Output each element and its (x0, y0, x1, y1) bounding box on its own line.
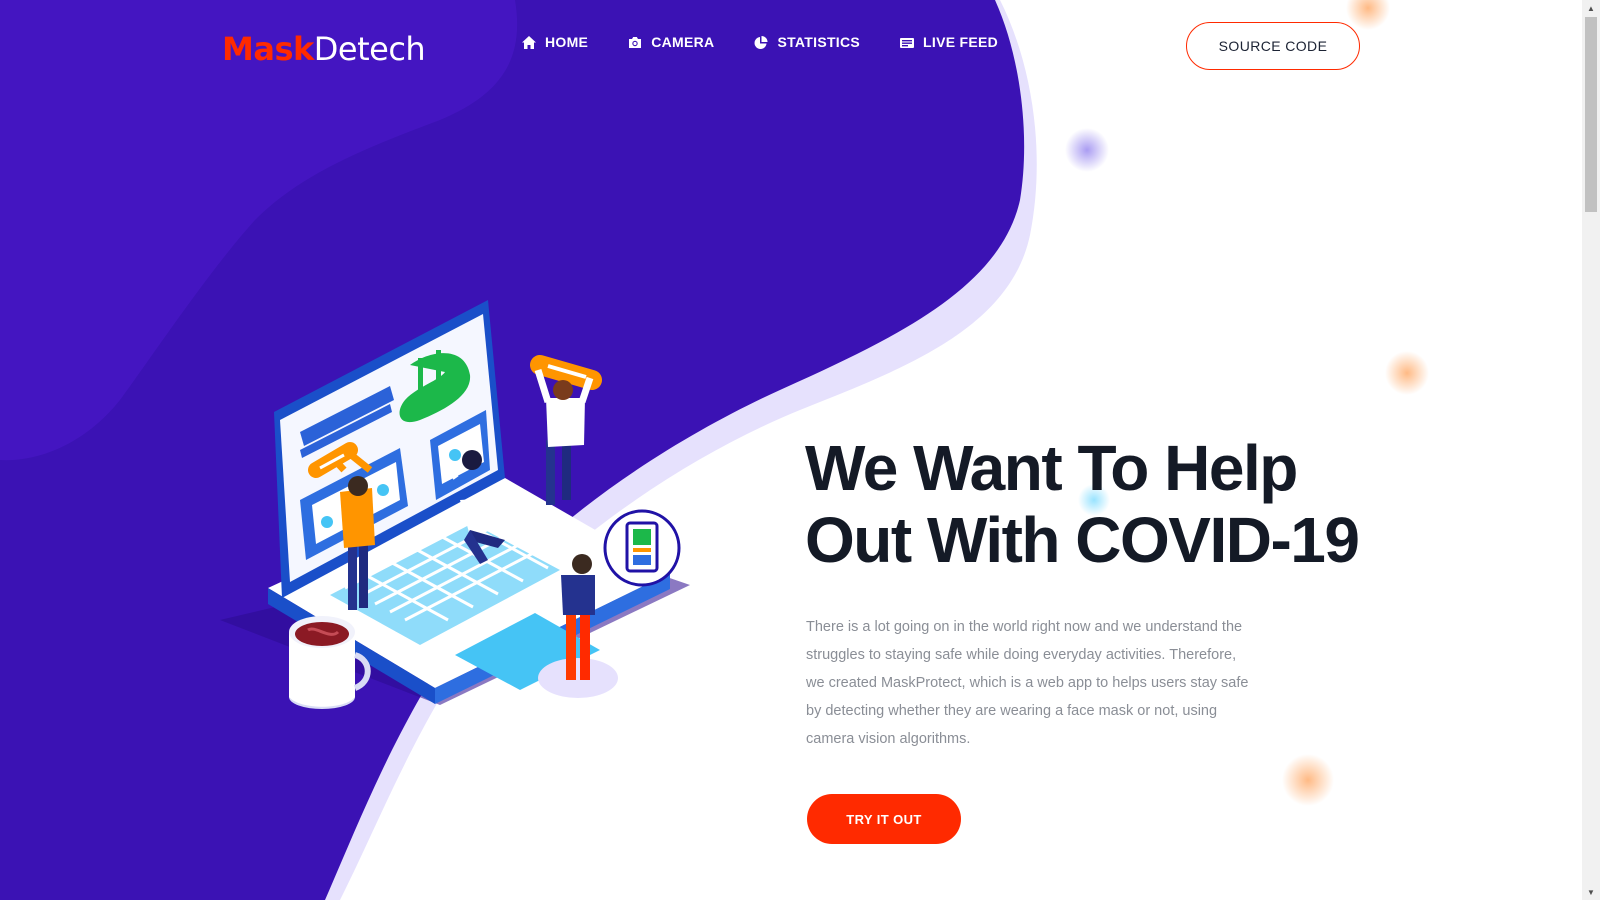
navbar: MaskDetech HOME CAMERA STATISTICS LIVE F… (0, 0, 1582, 92)
nav-item-camera[interactable]: CAMERA (627, 34, 714, 50)
main-nav: HOME CAMERA STATISTICS LIVE FEED (521, 34, 998, 50)
scrollbar[interactable]: ▲ ▼ (1582, 0, 1600, 900)
nav-item-statistics-label: STATISTICS (777, 34, 861, 50)
brand-logo-part2: Detech (313, 30, 426, 68)
hero-paragraph: There is a lot going on in the world rig… (806, 619, 1249, 747)
scroll-down-arrow-icon[interactable]: ▼ (1582, 884, 1600, 900)
home-icon (522, 35, 536, 49)
source-code-button[interactable]: SOURCE CODE (1186, 22, 1360, 70)
nav-item-live-feed[interactable]: LIVE FEED (899, 34, 998, 50)
nav-item-statistics[interactable]: STATISTICS (753, 34, 860, 50)
hero-title-line2: Out With COVID-19 (805, 504, 1360, 576)
nav-item-camera-label: CAMERA (651, 34, 715, 50)
feed-icon (900, 37, 915, 48)
brand-logo[interactable]: MaskDetech (222, 26, 426, 72)
hero-title-line1: We Want To Help (805, 432, 1298, 504)
person-sign (530, 355, 602, 505)
pie-chart-icon (754, 35, 768, 49)
scroll-up-arrow-icon[interactable]: ▲ (1582, 0, 1600, 16)
nav-item-live-feed-label: LIVE FEED (923, 34, 999, 50)
brand-logo-part1: Mask (222, 30, 314, 68)
hero-title: We Want To Help Out With COVID-19 (805, 432, 1365, 576)
phone-bubble (603, 509, 681, 587)
camera-icon (629, 36, 642, 48)
try-it-out-button[interactable]: TRY IT OUT (807, 794, 961, 844)
scrollbar-thumb[interactable] (1585, 17, 1597, 212)
nav-item-home[interactable]: HOME (521, 34, 588, 50)
nav-item-home-label: HOME (545, 34, 589, 50)
